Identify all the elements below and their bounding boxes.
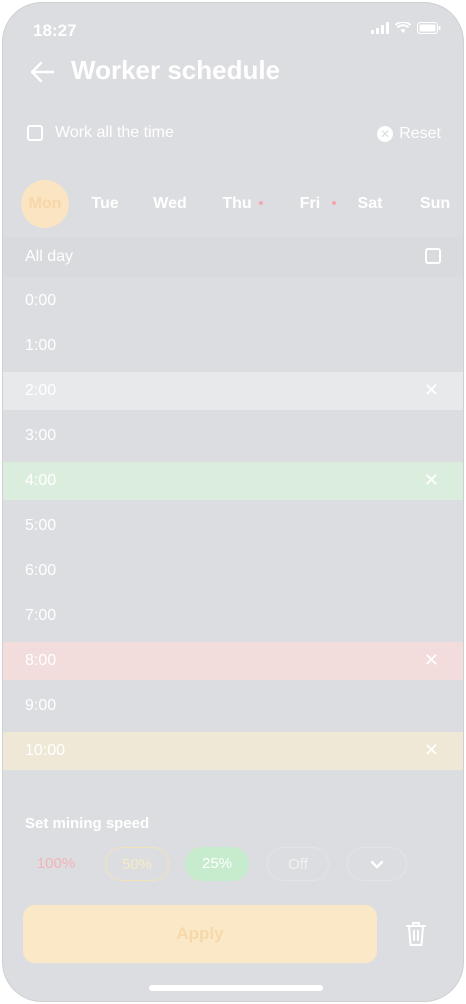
- day-marker-dot: [332, 201, 336, 205]
- day-tab-wed[interactable]: Wed: [138, 181, 202, 227]
- hour-label: 7:00: [25, 607, 57, 624]
- status-time: 18:27: [33, 21, 77, 40]
- reset-button[interactable]: ✕ Reset: [377, 125, 441, 143]
- hour-label: 0:00: [25, 292, 57, 309]
- hour-row[interactable]: 4:00 ✕: [3, 462, 463, 500]
- speed-option-50[interactable]: 50%: [105, 847, 169, 881]
- page-title: Worker schedule: [71, 55, 281, 85]
- home-indicator: [149, 985, 323, 991]
- hour-label: 6:00: [25, 562, 57, 579]
- hour-label: 5:00: [25, 517, 57, 534]
- hour-row[interactable]: 3:00: [3, 417, 463, 455]
- day-tab-sun[interactable]: Sun: [403, 181, 463, 227]
- hour-label: 3:00: [25, 427, 57, 444]
- clear-hour-icon[interactable]: ✕: [424, 740, 439, 761]
- clear-hour-icon[interactable]: ✕: [424, 380, 439, 401]
- trash-icon[interactable]: [405, 921, 427, 947]
- hour-row[interactable]: 2:00 ✕: [3, 372, 463, 410]
- work-all-label: Work all the time: [55, 124, 174, 141]
- hour-row[interactable]: 8:00 ✕: [3, 642, 463, 680]
- battery-icon: [417, 22, 441, 34]
- speed-option-100[interactable]: 100%: [25, 847, 87, 881]
- hour-row[interactable]: 5:00: [3, 507, 463, 545]
- apply-button[interactable]: Apply: [23, 905, 377, 963]
- wifi-icon: [395, 22, 411, 33]
- hour-label: 1:00: [25, 337, 57, 354]
- all-day-label: All day: [25, 248, 74, 265]
- hour-row[interactable]: 7:00: [3, 597, 463, 635]
- day-tab-tue[interactable]: Tue: [73, 181, 137, 227]
- hour-row[interactable]: 9:00: [3, 687, 463, 725]
- hour-label: 4:00: [25, 472, 57, 489]
- speed-option-25[interactable]: 25%: [185, 847, 249, 881]
- work-all-checkbox[interactable]: [27, 125, 43, 141]
- day-tab-mon[interactable]: Mon: [21, 180, 69, 228]
- hour-label: 2:00: [25, 382, 57, 399]
- chevron-down-icon: [370, 860, 384, 869]
- signal-icon: [371, 22, 389, 34]
- work-all-toggle[interactable]: Work all the time: [27, 124, 174, 142]
- mining-speed-label: Set mining speed: [25, 815, 150, 832]
- day-tab-sat[interactable]: Sat: [338, 181, 402, 227]
- hour-row[interactable]: 0:00: [3, 282, 463, 320]
- day-marker-dot: [259, 201, 263, 205]
- back-arrow-icon[interactable]: [27, 57, 57, 87]
- hour-row[interactable]: 1:00: [3, 327, 463, 365]
- hour-row[interactable]: 10:00 ✕: [3, 732, 463, 770]
- hour-label: 8:00: [25, 652, 57, 669]
- all-day-row[interactable]: All day: [3, 237, 463, 277]
- reset-label: Reset: [399, 125, 441, 142]
- more-speeds-button[interactable]: [347, 847, 407, 881]
- clear-hour-icon[interactable]: ✕: [424, 470, 439, 491]
- close-circle-icon: ✕: [377, 126, 394, 142]
- hour-label: 10:00: [25, 742, 66, 759]
- status-bar: 18:27: [3, 3, 463, 53]
- header: Worker schedule: [3, 55, 463, 91]
- day-selector: Mon Tue Wed Thu Fri Sat Sun: [3, 180, 463, 228]
- all-day-checkbox[interactable]: [425, 248, 441, 264]
- status-icons: [371, 22, 441, 34]
- phone-screen: 18:27 Worker schedule Work all the time …: [2, 2, 464, 1002]
- speed-option-off[interactable]: Off: [267, 847, 329, 881]
- hour-label: 9:00: [25, 697, 57, 714]
- hour-row[interactable]: 6:00: [3, 552, 463, 590]
- clear-hour-icon[interactable]: ✕: [424, 650, 439, 671]
